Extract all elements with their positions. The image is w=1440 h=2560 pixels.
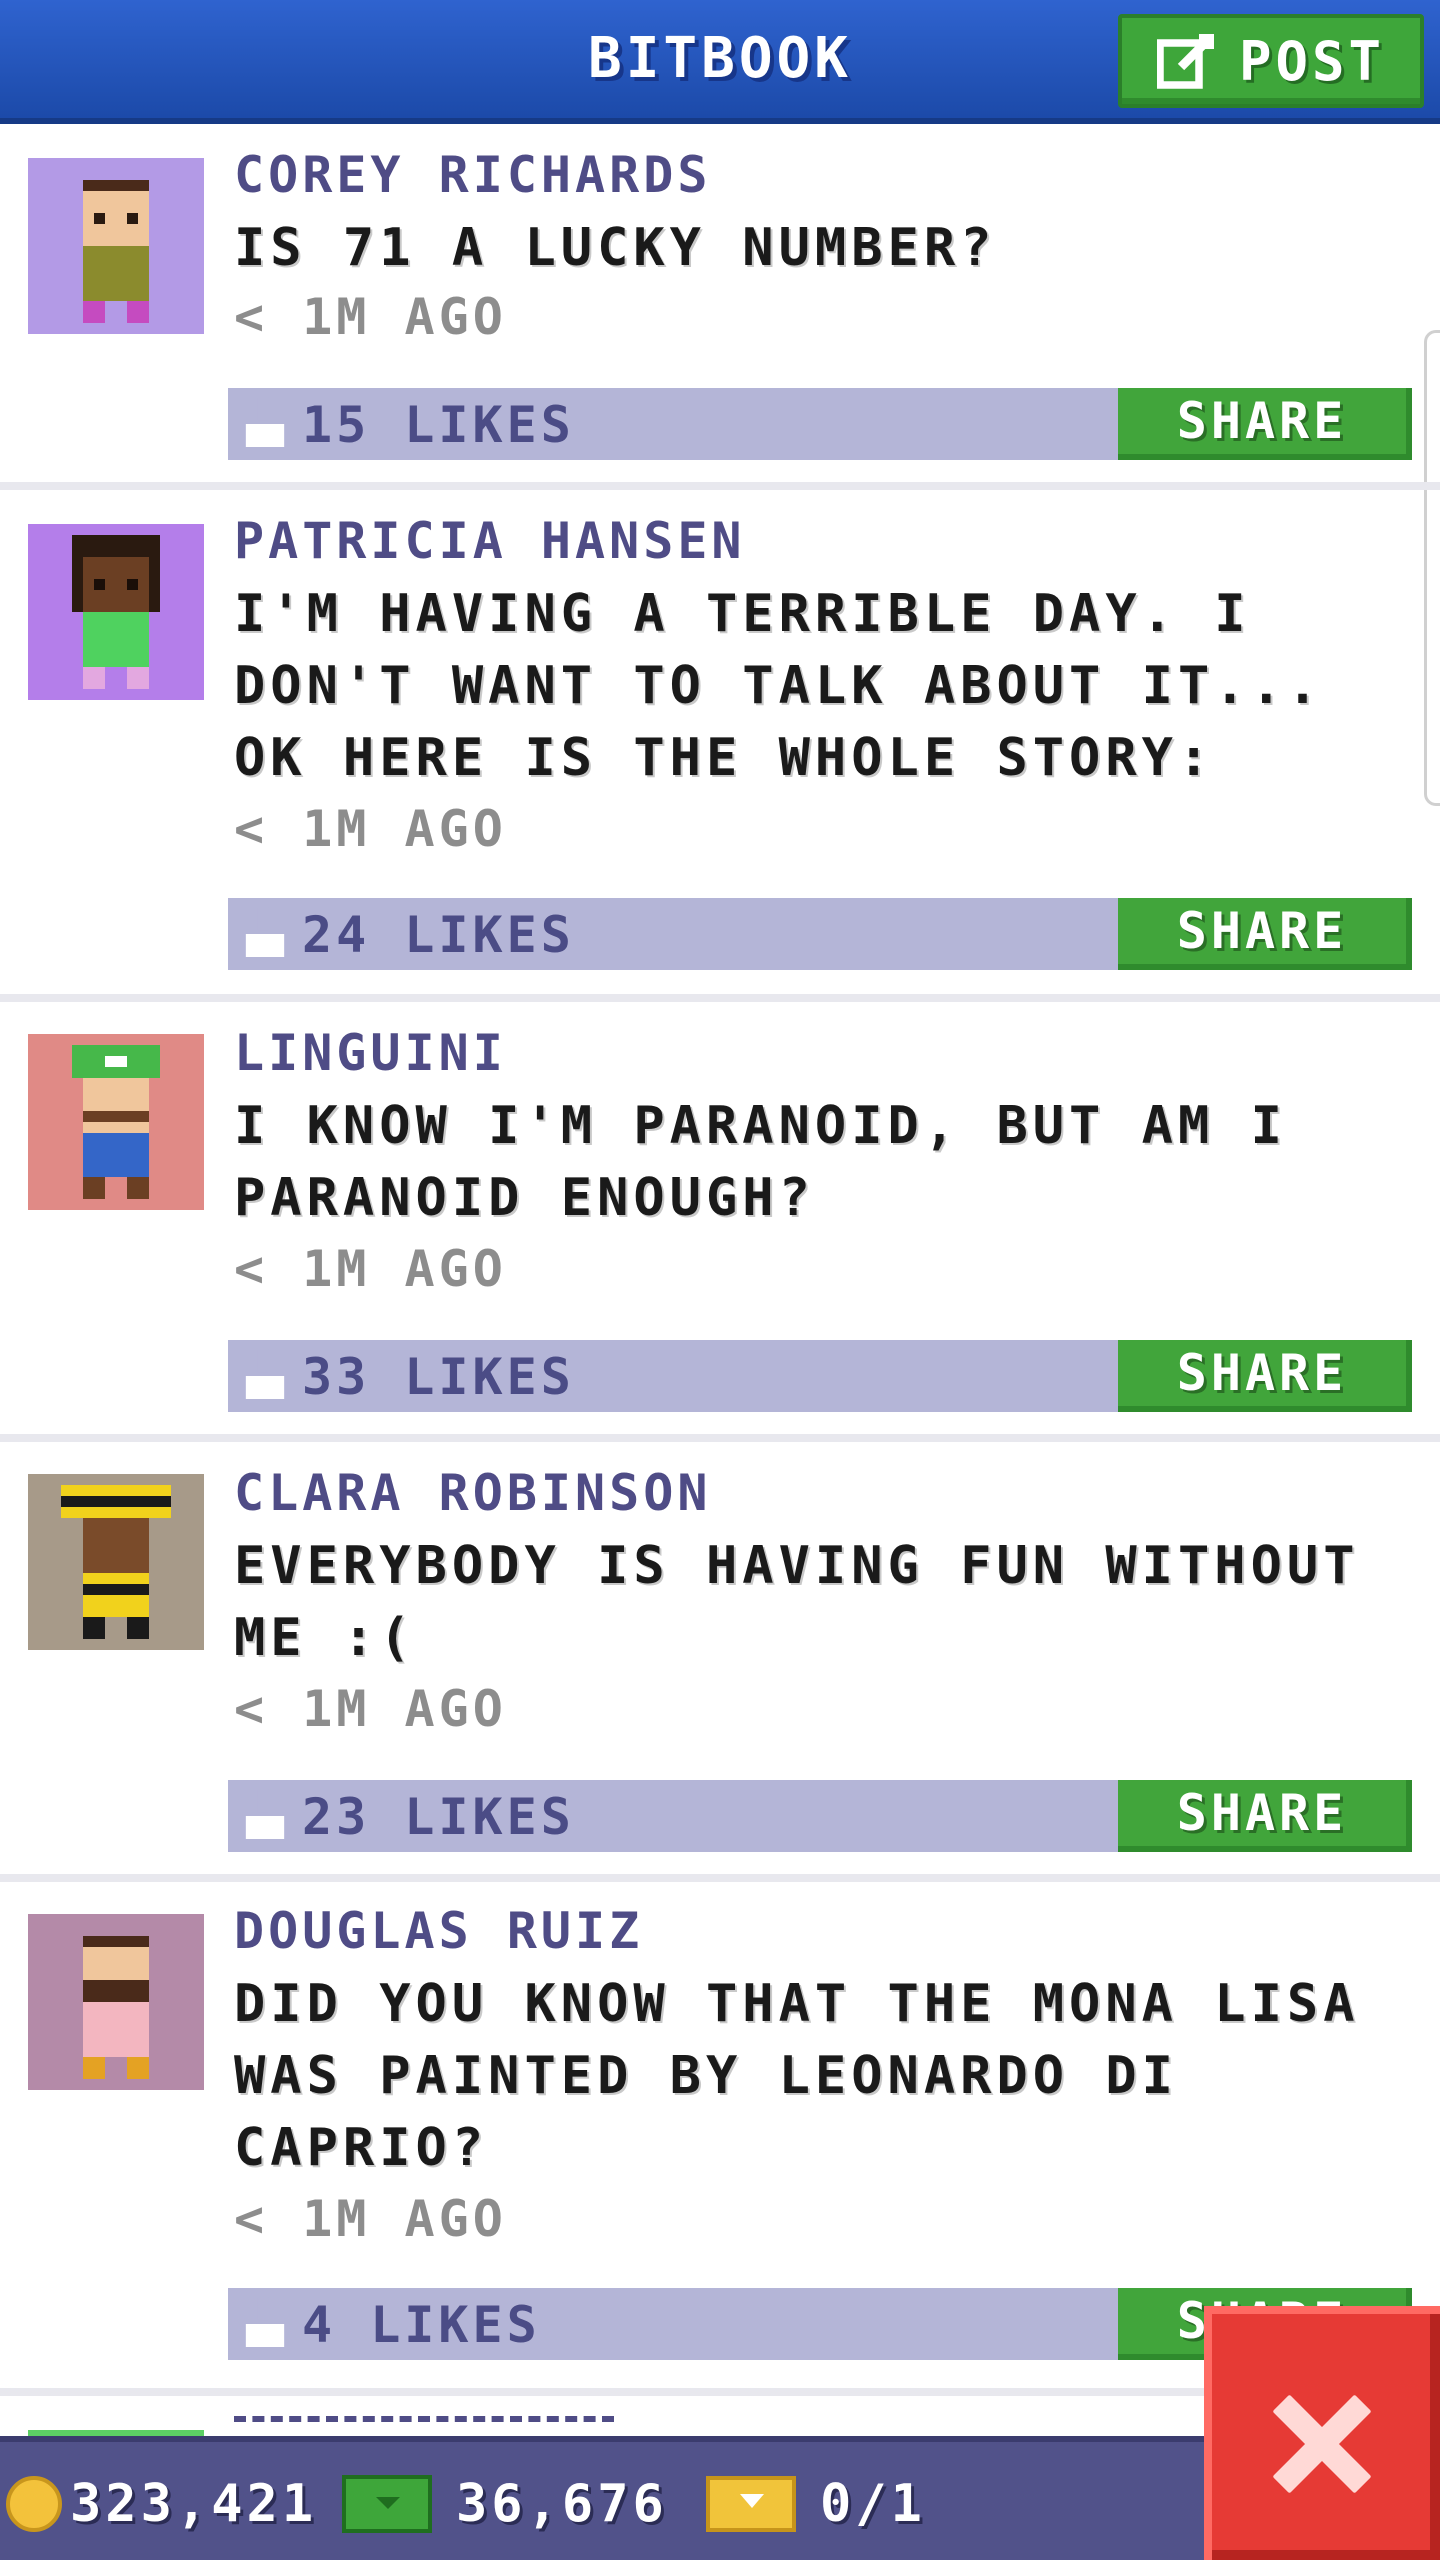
avatar-clara-robinson <box>61 1485 171 1639</box>
post-content: DID YOU KNOW THAT THE MONA LISA WAS PAIN… <box>234 1974 1360 2178</box>
post-content: I KNOW I'M PARANOID, BUT AM I PARANOID E… <box>234 1096 1287 1228</box>
divider <box>0 1874 1440 1882</box>
feed-post: CLARA ROBINSON EVERYBODY IS HAVING FUN W… <box>0 1444 1440 1880</box>
post-time: < 1M AGO <box>234 1680 507 1738</box>
bux-icon <box>342 2475 432 2533</box>
close-button[interactable] <box>1204 2306 1440 2560</box>
close-icon <box>1272 2394 1372 2494</box>
share-button[interactable]: SHARE <box>1118 898 1412 970</box>
header: BITBOOK POST <box>0 0 1440 124</box>
post-button[interactable]: POST <box>1118 14 1424 108</box>
post-content: IS 71 A LUCKY NUMBER? <box>234 218 997 278</box>
likes-count: 23 LIKES <box>302 1788 575 1846</box>
post-author[interactable]: CLARA ROBINSON <box>234 1464 711 1522</box>
bux-display[interactable]: 36,676 <box>342 2466 668 2542</box>
post-time: < 1M AGO <box>234 800 507 858</box>
ticket-icon <box>706 2476 796 2532</box>
likes-count: 33 LIKES <box>302 1348 575 1406</box>
likes-bar: 24 LIKES SHARE <box>228 898 1412 970</box>
post-button-label: POST <box>1238 29 1386 93</box>
post-author[interactable]: DOUGLAS RUIZ <box>234 1902 643 1960</box>
thumbs-up-icon <box>245 2297 285 2347</box>
avatar-linguini <box>72 1045 160 1199</box>
avatar-patricia-hansen <box>72 535 160 689</box>
coin-icon <box>6 2476 62 2532</box>
likes-bar: 23 LIKES SHARE <box>228 1780 1412 1852</box>
divider <box>0 994 1440 1002</box>
likes-count: 4 LIKES <box>302 2296 541 2354</box>
edit-icon <box>1156 34 1214 89</box>
avatar[interactable] <box>28 1474 204 1650</box>
post-content: EVERYBODY IS HAVING FUN WITHOUT ME :( <box>234 1536 1360 1668</box>
avatar[interactable] <box>28 158 204 334</box>
share-button[interactable]: SHARE <box>1118 1340 1412 1412</box>
tickets-display[interactable]: 0/1 <box>706 2466 926 2542</box>
post-time: < 1M AGO <box>234 1240 507 1298</box>
thumbs-up-icon <box>245 907 285 957</box>
post-author[interactable]: PATRICIA HANSEN <box>234 512 746 570</box>
avatar-douglas-ruiz <box>83 1936 149 2079</box>
divider <box>0 482 1440 490</box>
coins-count: 323,421 <box>70 2474 318 2534</box>
post-author[interactable]: LINGUINI <box>234 1024 507 1082</box>
divider <box>0 1434 1440 1442</box>
post-time: < 1M AGO <box>234 288 507 346</box>
share-button[interactable]: SHARE <box>1118 1780 1412 1852</box>
likes-count: 15 LIKES <box>302 396 575 454</box>
likes-count: 24 LIKES <box>302 906 575 964</box>
avatar-corey-richards <box>83 180 149 323</box>
post-author <box>234 2416 614 2434</box>
thumbs-up-icon <box>245 1349 285 1399</box>
share-button[interactable]: SHARE <box>1118 388 1412 460</box>
feed-post: PATRICIA HANSEN I'M HAVING A TERRIBLE DA… <box>0 494 1440 1002</box>
bux-count: 36,676 <box>456 2474 668 2534</box>
coins-display: 323,421 <box>6 2466 317 2542</box>
tickets-count: 0/1 <box>820 2474 926 2534</box>
avatar[interactable] <box>28 524 204 700</box>
thumbs-up-icon <box>245 397 285 447</box>
feed-post: LINGUINI I KNOW I'M PARANOID, BUT AM I P… <box>0 1004 1440 1440</box>
post-time: < 1M AGO <box>234 2190 507 2248</box>
likes-bar: 33 LIKES SHARE <box>228 1340 1412 1412</box>
post-content: I'M HAVING A TERRIBLE DAY. I DON'T WANT … <box>234 584 1324 788</box>
avatar[interactable] <box>28 1034 204 1210</box>
post-author[interactable]: COREY RICHARDS <box>234 146 711 204</box>
avatar[interactable] <box>28 1914 204 2090</box>
feed-post: COREY RICHARDS IS 71 A LUCKY NUMBER? < 1… <box>0 130 1440 494</box>
thumbs-up-icon <box>245 1789 285 1839</box>
likes-bar: 15 LIKES SHARE <box>228 388 1412 460</box>
